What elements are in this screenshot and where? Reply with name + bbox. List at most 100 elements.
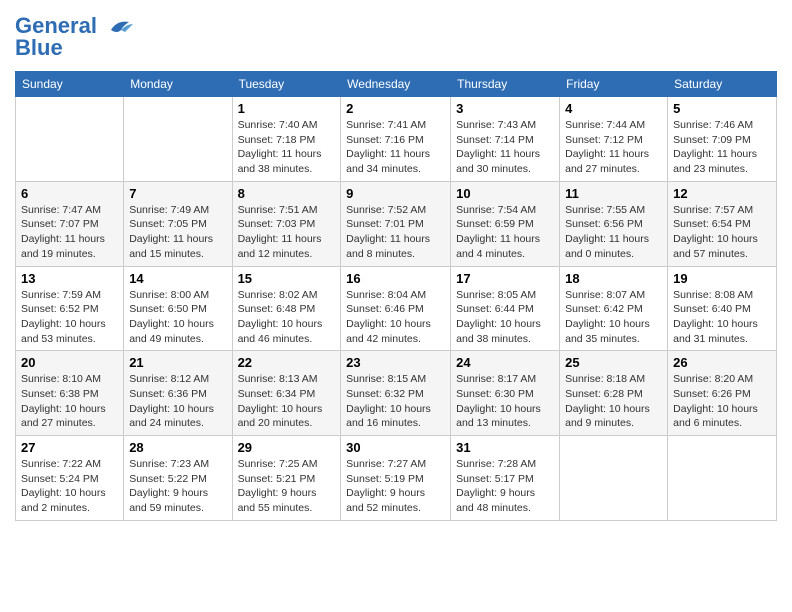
logo: General Blue xyxy=(15,15,133,59)
day-number: 24 xyxy=(456,355,554,370)
day-info: Sunrise: 7:43 AM Sunset: 7:14 PM Dayligh… xyxy=(456,118,554,177)
day-number: 16 xyxy=(346,271,445,286)
calendar-cell: 1 Sunrise: 7:40 AM Sunset: 7:18 PM Daylig… xyxy=(232,97,341,182)
day-number: 8 xyxy=(238,186,336,201)
calendar-cell: 8 Sunrise: 7:51 AM Sunset: 7:03 PM Daylig… xyxy=(232,181,341,266)
day-number: 1 xyxy=(238,101,336,116)
calendar-cell: 20 Sunrise: 8:10 AM Sunset: 6:38 PM Dayli… xyxy=(16,351,124,436)
day-number: 23 xyxy=(346,355,445,370)
calendar-cell: 13 Sunrise: 7:59 AM Sunset: 6:52 PM Dayli… xyxy=(16,266,124,351)
calendar-cell: 30 Sunrise: 7:27 AM Sunset: 5:19 PM Dayli… xyxy=(341,436,451,521)
calendar-cell: 3 Sunrise: 7:43 AM Sunset: 7:14 PM Daylig… xyxy=(451,97,560,182)
calendar-cell: 15Sunrise: 8:02 AM Sunset: 6:48 PM Dayli… xyxy=(232,266,341,351)
calendar-cell: 29 Sunrise: 7:25 AM Sunset: 5:21 PM Dayli… xyxy=(232,436,341,521)
calendar-cell xyxy=(124,97,232,182)
calendar-table: SundayMondayTuesdayWednesdayThursdayFrid… xyxy=(15,71,777,521)
day-number: 25 xyxy=(565,355,662,370)
day-info: Sunrise: 7:46 AM Sunset: 7:09 PM Dayligh… xyxy=(673,118,771,177)
day-info: Sunrise: 8:08 AM Sunset: 6:40 PM Dayligh… xyxy=(673,288,771,347)
calendar-cell: 7 Sunrise: 7:49 AM Sunset: 7:05 PM Daylig… xyxy=(124,181,232,266)
calendar-cell: 17 Sunrise: 8:05 AM Sunset: 6:44 PM Dayli… xyxy=(451,266,560,351)
day-info: Sunrise: 7:44 AM Sunset: 7:12 PM Dayligh… xyxy=(565,118,662,177)
weekday-header-tuesday: Tuesday xyxy=(232,72,341,97)
day-number: 27 xyxy=(21,440,118,455)
weekday-header-row: SundayMondayTuesdayWednesdayThursdayFrid… xyxy=(16,72,777,97)
calendar-cell: 10Sunrise: 7:54 AM Sunset: 6:59 PM Dayli… xyxy=(451,181,560,266)
day-info: Sunrise: 7:22 AM Sunset: 5:24 PM Dayligh… xyxy=(21,457,118,516)
day-info: Sunrise: 7:49 AM Sunset: 7:05 PM Dayligh… xyxy=(129,203,226,262)
day-number: 21 xyxy=(129,355,226,370)
day-info: Sunrise: 7:47 AM Sunset: 7:07 PM Dayligh… xyxy=(21,203,118,262)
day-info: Sunrise: 7:23 AM Sunset: 5:22 PM Dayligh… xyxy=(129,457,226,516)
day-info: Sunrise: 8:07 AM Sunset: 6:42 PM Dayligh… xyxy=(565,288,662,347)
weekday-header-sunday: Sunday xyxy=(16,72,124,97)
day-info: Sunrise: 7:25 AM Sunset: 5:21 PM Dayligh… xyxy=(238,457,336,516)
day-number: 14 xyxy=(129,271,226,286)
calendar-cell: 2 Sunrise: 7:41 AM Sunset: 7:16 PM Daylig… xyxy=(341,97,451,182)
day-info: Sunrise: 8:15 AM Sunset: 6:32 PM Dayligh… xyxy=(346,372,445,431)
day-number: 20 xyxy=(21,355,118,370)
day-number: 19 xyxy=(673,271,771,286)
day-number: 17 xyxy=(456,271,554,286)
calendar-cell: 25 Sunrise: 8:18 AM Sunset: 6:28 PM Dayli… xyxy=(560,351,668,436)
calendar-cell: 4 Sunrise: 7:44 AM Sunset: 7:12 PM Daylig… xyxy=(560,97,668,182)
calendar-cell xyxy=(668,436,777,521)
calendar-week-row: 6Sunrise: 7:47 AM Sunset: 7:07 PM Daylig… xyxy=(16,181,777,266)
day-number: 12 xyxy=(673,186,771,201)
day-info: Sunrise: 7:59 AM Sunset: 6:52 PM Dayligh… xyxy=(21,288,118,347)
day-info: Sunrise: 8:12 AM Sunset: 6:36 PM Dayligh… xyxy=(129,372,226,431)
day-number: 13 xyxy=(21,271,118,286)
day-number: 29 xyxy=(238,440,336,455)
day-info: Sunrise: 8:20 AM Sunset: 6:26 PM Dayligh… xyxy=(673,372,771,431)
day-info: Sunrise: 7:41 AM Sunset: 7:16 PM Dayligh… xyxy=(346,118,445,177)
calendar-cell: 26 Sunrise: 8:20 AM Sunset: 6:26 PM Dayli… xyxy=(668,351,777,436)
day-info: Sunrise: 8:17 AM Sunset: 6:30 PM Dayligh… xyxy=(456,372,554,431)
day-info: Sunrise: 8:04 AM Sunset: 6:46 PM Dayligh… xyxy=(346,288,445,347)
day-info: Sunrise: 8:18 AM Sunset: 6:28 PM Dayligh… xyxy=(565,372,662,431)
logo-bird-icon xyxy=(101,16,133,40)
calendar-cell: 21 Sunrise: 8:12 AM Sunset: 6:36 PM Dayli… xyxy=(124,351,232,436)
calendar-cell: 19 Sunrise: 8:08 AM Sunset: 6:40 PM Dayli… xyxy=(668,266,777,351)
calendar-week-row: 20 Sunrise: 8:10 AM Sunset: 6:38 PM Dayli… xyxy=(16,351,777,436)
day-info: Sunrise: 8:10 AM Sunset: 6:38 PM Dayligh… xyxy=(21,372,118,431)
day-number: 4 xyxy=(565,101,662,116)
day-info: Sunrise: 7:57 AM Sunset: 6:54 PM Dayligh… xyxy=(673,203,771,262)
calendar-cell: 12 Sunrise: 7:57 AM Sunset: 6:54 PM Dayli… xyxy=(668,181,777,266)
day-number: 22 xyxy=(238,355,336,370)
weekday-header-monday: Monday xyxy=(124,72,232,97)
calendar-cell: 11Sunrise: 7:55 AM Sunset: 6:56 PM Dayli… xyxy=(560,181,668,266)
calendar-cell: 5Sunrise: 7:46 AM Sunset: 7:09 PM Daylig… xyxy=(668,97,777,182)
calendar-cell: 24 Sunrise: 8:17 AM Sunset: 6:30 PM Dayli… xyxy=(451,351,560,436)
day-number: 28 xyxy=(129,440,226,455)
day-number: 2 xyxy=(346,101,445,116)
day-info: Sunrise: 7:40 AM Sunset: 7:18 PM Dayligh… xyxy=(238,118,336,177)
header: General Blue xyxy=(15,15,777,59)
day-number: 7 xyxy=(129,186,226,201)
page: General Blue SundayMondayTuesdayWednesda… xyxy=(0,0,792,612)
day-info: Sunrise: 8:02 AM Sunset: 6:48 PM Dayligh… xyxy=(238,288,336,347)
day-number: 10 xyxy=(456,186,554,201)
day-info: Sunrise: 7:51 AM Sunset: 7:03 PM Dayligh… xyxy=(238,203,336,262)
logo-text: General Blue xyxy=(15,15,97,59)
calendar-cell: 28 Sunrise: 7:23 AM Sunset: 5:22 PM Dayli… xyxy=(124,436,232,521)
calendar-cell xyxy=(16,97,124,182)
day-number: 3 xyxy=(456,101,554,116)
day-info: Sunrise: 7:55 AM Sunset: 6:56 PM Dayligh… xyxy=(565,203,662,262)
day-info: Sunrise: 7:27 AM Sunset: 5:19 PM Dayligh… xyxy=(346,457,445,516)
day-number: 9 xyxy=(346,186,445,201)
calendar-cell: 27 Sunrise: 7:22 AM Sunset: 5:24 PM Dayli… xyxy=(16,436,124,521)
calendar-cell: 23 Sunrise: 8:15 AM Sunset: 6:32 PM Dayli… xyxy=(341,351,451,436)
day-number: 26 xyxy=(673,355,771,370)
calendar-week-row: 1 Sunrise: 7:40 AM Sunset: 7:18 PM Daylig… xyxy=(16,97,777,182)
day-number: 30 xyxy=(346,440,445,455)
day-info: Sunrise: 7:28 AM Sunset: 5:17 PM Dayligh… xyxy=(456,457,554,516)
calendar-cell: 22 Sunrise: 8:13 AM Sunset: 6:34 PM Dayli… xyxy=(232,351,341,436)
weekday-header-wednesday: Wednesday xyxy=(341,72,451,97)
calendar-cell xyxy=(560,436,668,521)
calendar-cell: 14Sunrise: 8:00 AM Sunset: 6:50 PM Dayli… xyxy=(124,266,232,351)
calendar-week-row: 27 Sunrise: 7:22 AM Sunset: 5:24 PM Dayli… xyxy=(16,436,777,521)
day-number: 31 xyxy=(456,440,554,455)
calendar-cell: 31 Sunrise: 7:28 AM Sunset: 5:17 PM Dayli… xyxy=(451,436,560,521)
day-info: Sunrise: 8:13 AM Sunset: 6:34 PM Dayligh… xyxy=(238,372,336,431)
day-info: Sunrise: 8:05 AM Sunset: 6:44 PM Dayligh… xyxy=(456,288,554,347)
